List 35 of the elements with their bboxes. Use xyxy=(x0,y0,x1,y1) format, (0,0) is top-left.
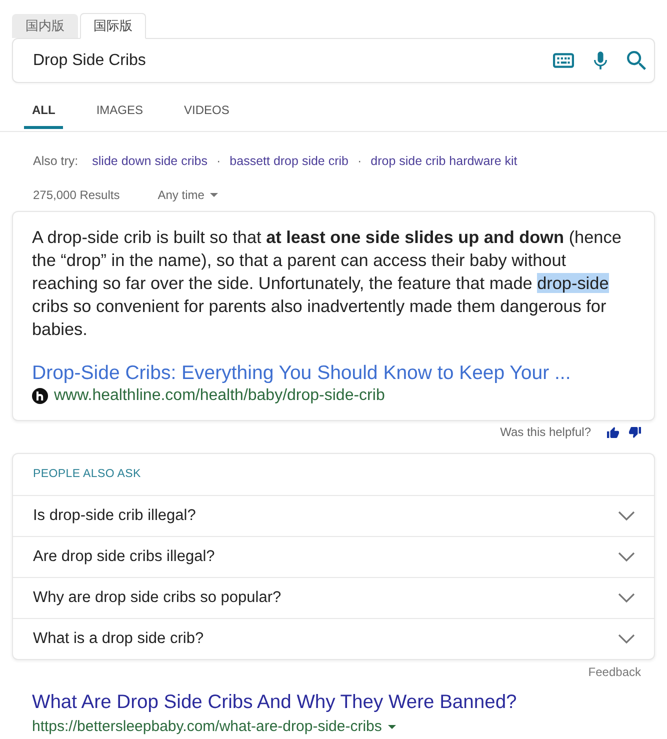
separator-dot: · xyxy=(216,152,221,170)
also-try-label: Also try: xyxy=(33,152,78,170)
result-title-link[interactable]: Drop-Side Cribs: Everything You Should Know to Keep Your ... xyxy=(32,361,635,385)
microphone-icon[interactable] xyxy=(594,51,607,70)
helpful-prompt: Was this helpful? xyxy=(500,424,591,441)
result-url: www.healthline.com/health/baby/drop-side-crib xyxy=(54,386,385,406)
caret-icon xyxy=(210,193,218,197)
section-heading: PEOPLE ALSO ASK xyxy=(33,466,141,482)
feedback-link[interactable]: Feedback xyxy=(588,663,641,681)
thumbs-down-icon[interactable] xyxy=(629,426,641,438)
search-icon[interactable] xyxy=(627,51,646,70)
version-tab[interactable]: 国际版 xyxy=(80,13,146,39)
search-field[interactable]: Drop Side Cribs xyxy=(33,46,553,74)
nav-tab[interactable]: ALL xyxy=(24,103,64,129)
results-count: 275,000 Results xyxy=(33,187,120,204)
thumbs-up-icon[interactable] xyxy=(607,426,619,438)
search-bar[interactable]: Drop Side Cribs xyxy=(12,38,655,83)
question-row[interactable]: What is a drop side crib? xyxy=(13,618,654,659)
site-logo-icon xyxy=(32,388,48,404)
time-filter-dropdown[interactable]: Any time xyxy=(158,186,218,204)
separator-dot: · xyxy=(357,152,362,170)
result-url: https://bettersleepbaby.com/what-are-drop-side-cribs xyxy=(32,716,382,737)
suggestion-link[interactable]: bassett drop side crib xyxy=(230,152,348,170)
question-row[interactable]: Is drop-side crib illegal? xyxy=(13,495,654,536)
suggestion-link[interactable]: slide down side cribs xyxy=(92,152,208,170)
result-title-link[interactable]: What Are Drop Side Cribs And Why They Were Banned? xyxy=(32,690,635,716)
nav-tab[interactable]: IMAGES xyxy=(88,103,152,129)
version-tab[interactable]: 国内版 xyxy=(12,14,78,38)
question-row[interactable]: Are drop side cribs illegal? xyxy=(13,536,654,577)
answer-paragraph: A drop-side crib is built so that at least one side slides up and down (hence the “drop” in the name), so that a parent can access their baby without reaching so far over the side. Unfortunately, the feature that made drop-side cribs so convenient for parents also inadvertently made them dangerous for babies. xyxy=(32,226,622,341)
keyboard-icon[interactable] xyxy=(553,53,574,68)
question-row[interactable]: Why are drop side cribs so popular? xyxy=(13,577,654,618)
nav-tab[interactable]: VIDEOS xyxy=(176,103,238,129)
suggestion-link[interactable]: drop side crib hardware kit xyxy=(370,152,518,170)
caret-icon[interactable] xyxy=(388,725,396,729)
